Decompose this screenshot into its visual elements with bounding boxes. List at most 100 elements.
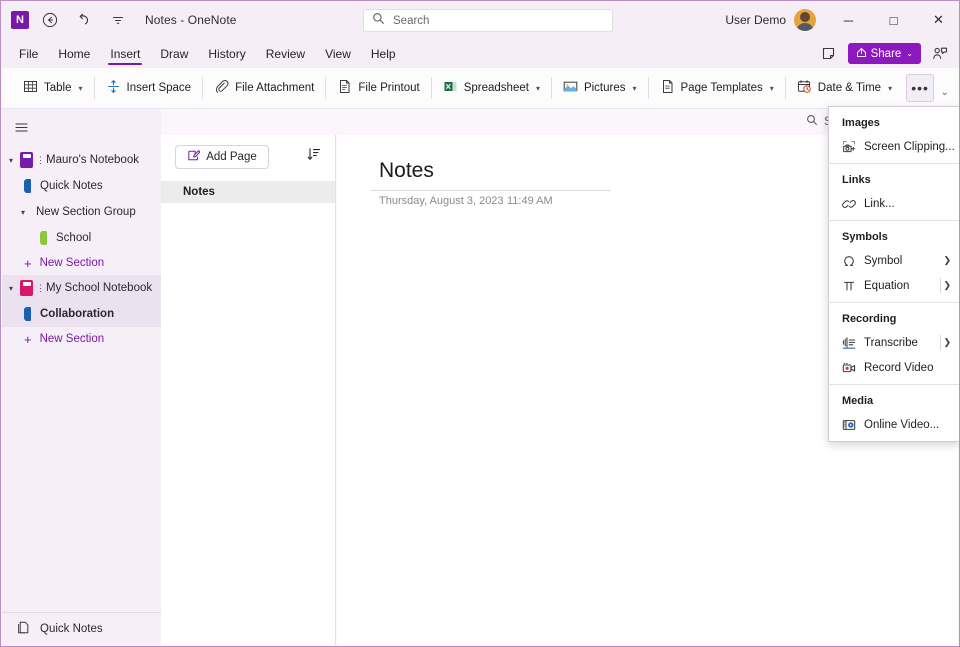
close-button[interactable]: ✕: [916, 1, 960, 39]
search-icon: [806, 114, 818, 129]
file-printout-icon: [337, 79, 352, 97]
tab-review[interactable]: Review: [256, 39, 315, 68]
menu-item-screen-clipping[interactable]: Screen Clipping...: [829, 134, 959, 159]
ribbon-more-button[interactable]: •••: [906, 74, 934, 102]
ribbon-file-attachment-label: File Attachment: [235, 82, 314, 94]
ribbon-table-label: Table: [44, 82, 72, 94]
notebook-dots-icon: ⋮: [36, 157, 43, 164]
table-icon: [23, 79, 38, 97]
menu-item-record-video[interactable]: Record Video: [829, 355, 959, 380]
tab-file[interactable]: File: [9, 39, 48, 68]
menu-item-symbol[interactable]: Symbol ❯: [829, 248, 959, 273]
navigation-menu-icon[interactable]: [6, 113, 36, 141]
sidebar-new-section-button-1[interactable]: + New Section: [2, 251, 161, 275]
menu-divider: [829, 302, 959, 303]
menu-item-equation[interactable]: Equation ❯: [829, 273, 959, 298]
tab-home[interactable]: Home: [48, 39, 100, 68]
notebook-icon: [20, 280, 33, 296]
ribbon-divider: [551, 77, 552, 99]
ribbon-date-time-button[interactable]: Date & Time ▾: [789, 72, 900, 104]
add-page-label: Add Page: [206, 151, 257, 163]
sidebar: ▾ ⋮ Mauro's Notebook Quick Notes ▾ New S…: [2, 109, 161, 645]
sort-pages-icon[interactable]: [306, 147, 321, 167]
search-box[interactable]: Search: [363, 9, 613, 32]
chevron-down-icon: ▾: [536, 84, 540, 93]
page-title[interactable]: Notes: [379, 159, 434, 183]
link-icon: [842, 197, 856, 211]
menu-divider: [829, 220, 959, 221]
title-bar-right: User Demo ─ □ ✕: [725, 1, 960, 39]
maximize-button[interactable]: □: [871, 1, 916, 39]
sidebar-new-section-button-2[interactable]: + New Section: [2, 327, 161, 351]
chevron-right-icon: ❯: [943, 280, 951, 291]
customize-quick-access-icon[interactable]: [105, 7, 131, 33]
sidebar-section-label: School: [56, 232, 91, 244]
avatar[interactable]: [794, 9, 816, 31]
user-name[interactable]: User Demo: [725, 13, 786, 27]
menu-group-media: Media: [829, 389, 959, 412]
ribbon-file-printout-button[interactable]: File Printout: [329, 72, 427, 104]
menu-item-label: Online Video...: [864, 419, 939, 431]
page-title-divider: [371, 190, 611, 191]
ribbon-date-time-label: Date & Time: [818, 82, 881, 94]
chevron-down-icon: ▾: [770, 84, 774, 93]
chevron-down-icon[interactable]: ▾: [2, 284, 20, 293]
ribbon-file-attachment-button[interactable]: File Attachment: [206, 72, 322, 104]
ribbon-pictures-button[interactable]: Pictures ▾: [555, 72, 645, 104]
tab-help[interactable]: Help: [361, 39, 406, 68]
chevron-down-icon[interactable]: ▾: [14, 208, 32, 217]
chevron-down-icon[interactable]: ▾: [2, 156, 20, 165]
ribbon-collapse-icon[interactable]: ⌄: [941, 87, 949, 98]
undo-icon[interactable]: [71, 7, 97, 33]
section-color-icon: [24, 307, 31, 321]
sidebar-section-label: Quick Notes: [40, 180, 103, 192]
ribbon-divider: [202, 77, 203, 99]
sidebar-group-label: New Section Group: [36, 206, 136, 218]
page-title-label: Notes: [183, 186, 215, 198]
section-color-icon: [40, 231, 47, 245]
chevron-down-icon: ▾: [79, 84, 83, 93]
ribbon-spreadsheet-button[interactable]: Spreadsheet ▾: [435, 72, 548, 104]
sidebar-item-section-school[interactable]: School: [2, 225, 161, 251]
back-arrow-icon[interactable]: [37, 7, 63, 33]
tab-history[interactable]: History: [198, 39, 255, 68]
menu-divider: [829, 163, 959, 164]
page-templates-icon: [660, 79, 675, 97]
minimize-button[interactable]: ─: [826, 1, 871, 39]
menu-item-link[interactable]: Link...: [829, 191, 959, 216]
ribbon-tab-bar: File Home Insert Draw History Review Vie…: [1, 39, 960, 68]
tab-draw[interactable]: Draw: [150, 39, 198, 68]
menu-item-label: Link...: [864, 198, 895, 210]
quick-notes-icon: [16, 620, 31, 638]
paperclip-icon: [214, 79, 229, 97]
share-button[interactable]: Share ⌄: [848, 43, 921, 64]
menu-item-online-video[interactable]: Online Video...: [829, 412, 959, 437]
notebook-dots-icon: ⋮: [36, 285, 43, 292]
sticky-note-icon[interactable]: [816, 41, 842, 67]
menu-group-recording: Recording: [829, 307, 959, 330]
quick-notes-label: Quick Notes: [40, 623, 103, 635]
sidebar-item-section-collaboration[interactable]: Collaboration: [2, 301, 161, 327]
people-comment-icon[interactable]: [927, 41, 953, 67]
ribbon-page-templates-label: Page Templates: [681, 82, 763, 94]
sidebar-item-group-new-section-group[interactable]: ▾ New Section Group: [2, 199, 161, 225]
ribbon-insert-space-button[interactable]: Insert Space: [98, 72, 200, 104]
sidebar-item-section-quick-notes[interactable]: Quick Notes: [2, 173, 161, 199]
page-list-item-notes[interactable]: Notes: [161, 181, 335, 203]
sidebar-notebook-label: Mauro's Notebook: [46, 154, 139, 166]
sidebar-item-notebook-my-school[interactable]: ▾ ⋮ My School Notebook: [2, 275, 161, 301]
new-section-label: New Section: [40, 333, 105, 345]
add-page-button[interactable]: Add Page: [175, 145, 269, 169]
sidebar-item-notebook-mauro[interactable]: ▾ ⋮ Mauro's Notebook: [2, 147, 161, 173]
tab-view[interactable]: View: [315, 39, 361, 68]
ribbon-table-button[interactable]: Table ▾: [15, 72, 91, 104]
tab-insert[interactable]: Insert: [100, 39, 150, 68]
record-video-icon: [842, 361, 856, 375]
ribbon-page-templates-button[interactable]: Page Templates ▾: [652, 72, 782, 104]
sidebar-quick-notes-button[interactable]: Quick Notes: [2, 612, 161, 645]
chevron-down-icon: ▾: [633, 84, 637, 93]
menu-item-transcribe[interactable]: Transcribe ❯: [829, 330, 959, 355]
search-input[interactable]: Search: [393, 15, 429, 27]
title-bar: N Notes - OneNote Search User Demo ─ □ ✕: [1, 1, 960, 39]
ribbon-divider: [648, 77, 649, 99]
